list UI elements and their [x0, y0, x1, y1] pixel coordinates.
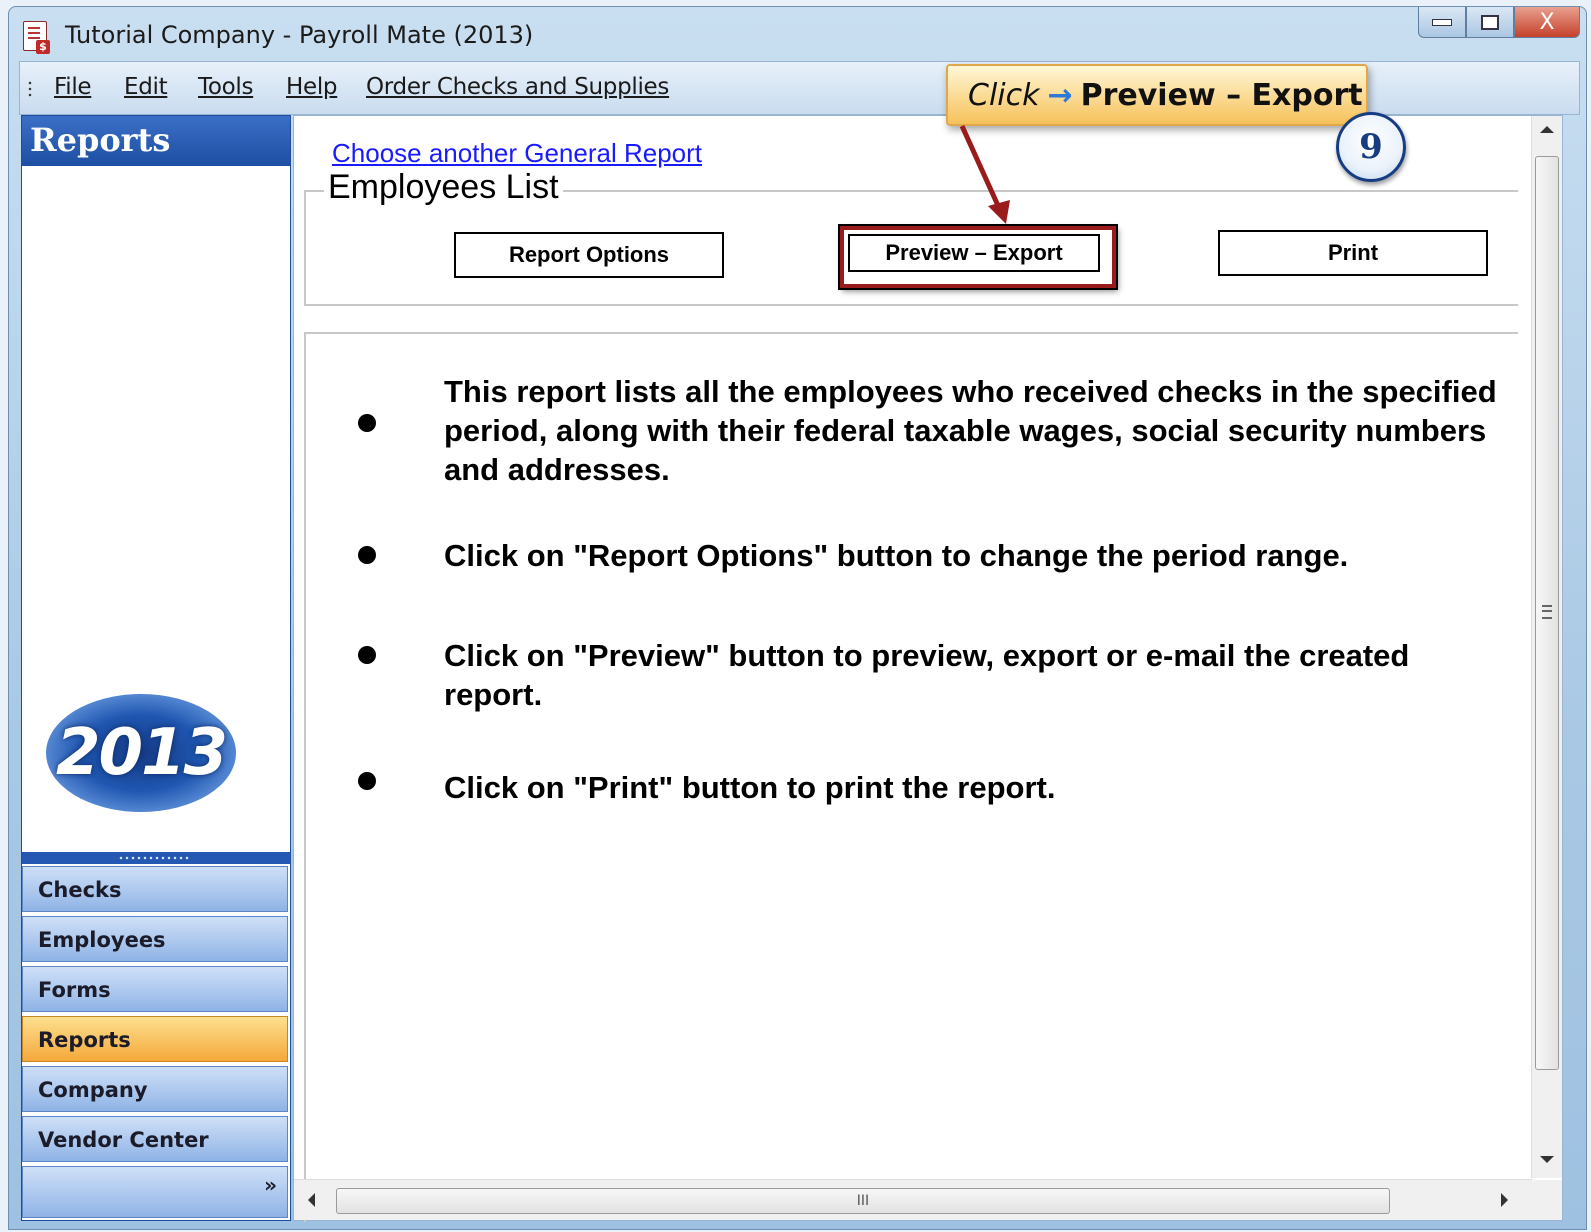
close-icon: X [1539, 9, 1555, 35]
callout-click-text: Click [968, 77, 1040, 113]
description-item: This report lists all the employees who … [444, 374, 1497, 487]
sidebar-header: Reports [22, 116, 290, 166]
menu-order-checks[interactable]: Order Checks and Supplies [366, 74, 669, 100]
menu-file[interactable]: File [54, 74, 92, 100]
preview-export-button[interactable]: Preview – Export [848, 234, 1100, 272]
vertical-scrollbar[interactable] [1531, 116, 1562, 1178]
menu-help[interactable]: Help [286, 74, 338, 100]
print-button[interactable]: Print [1218, 230, 1488, 276]
scroll-right-icon[interactable] [1501, 1193, 1508, 1207]
horizontal-scrollbar[interactable]: III [294, 1179, 1532, 1220]
step-number-badge: 9 [1336, 112, 1406, 182]
bullet-icon [358, 646, 376, 664]
maximize-icon [1481, 14, 1499, 30]
year-logo: 2013 [46, 694, 236, 812]
nav-checks[interactable]: Checks [22, 866, 288, 912]
description-item: Click on "Preview" button to preview, ex… [444, 638, 1410, 712]
instruction-callout: Click → Preview – Export [946, 64, 1368, 126]
vertical-scroll-thumb[interactable] [1535, 156, 1559, 1070]
report-title: Employees List [324, 168, 563, 207]
chevron-more-icon: » [264, 1173, 277, 1197]
minimize-button[interactable] [1418, 7, 1466, 38]
thumb-grip-icon [1542, 605, 1552, 619]
close-button[interactable]: X [1514, 7, 1580, 38]
right-arrow-icon: → [1047, 77, 1073, 113]
minimize-icon [1432, 18, 1452, 26]
maximize-button[interactable] [1466, 7, 1514, 38]
window-title: Tutorial Company - Payroll Mate (2013) [65, 21, 534, 49]
scroll-left-icon[interactable] [308, 1193, 315, 1207]
horizontal-scroll-thumb[interactable]: III [336, 1188, 1390, 1214]
description-item: Click on "Report Options" button to chan… [444, 538, 1349, 573]
toolbar-grip-icon[interactable] [28, 80, 32, 98]
report-content: Choose another General Report Employees … [293, 115, 1563, 1222]
payroll-app-icon [23, 21, 50, 54]
pointer-arrow-icon [959, 124, 1010, 224]
nav-reports[interactable]: Reports [22, 1016, 288, 1062]
title-bar: Tutorial Company - Payroll Mate (2013) X [9, 7, 1586, 59]
bullet-icon [358, 772, 376, 790]
bullet-icon [358, 546, 376, 564]
sidebar: Reports 2013 Checks Employees Forms Repo… [21, 115, 291, 1221]
scroll-down-icon[interactable] [1540, 1156, 1554, 1163]
menu-edit[interactable]: Edit [124, 74, 168, 100]
description-item: Click on "Print" button to print the rep… [444, 770, 1056, 805]
app-window: Tutorial Company - Payroll Mate (2013) X… [8, 6, 1587, 1230]
nav-forms[interactable]: Forms [22, 966, 288, 1012]
nav-more-button[interactable]: » [22, 1166, 288, 1218]
nav-vendor-center[interactable]: Vendor Center [22, 1116, 288, 1162]
nav-company[interactable]: Company [22, 1066, 288, 1112]
report-options-button[interactable]: Report Options [454, 232, 724, 278]
scroll-up-icon[interactable] [1540, 126, 1554, 133]
nav-employees[interactable]: Employees [22, 916, 288, 962]
sidebar-splitter[interactable] [22, 852, 290, 864]
bullet-icon [358, 414, 376, 432]
window-controls: X [1418, 7, 1580, 38]
menu-tools[interactable]: Tools [198, 74, 253, 100]
choose-report-link[interactable]: Choose another General Report [332, 138, 702, 169]
size-grip-icon[interactable] [1532, 1180, 1562, 1220]
callout-target-text: Preview – Export [1080, 77, 1363, 113]
